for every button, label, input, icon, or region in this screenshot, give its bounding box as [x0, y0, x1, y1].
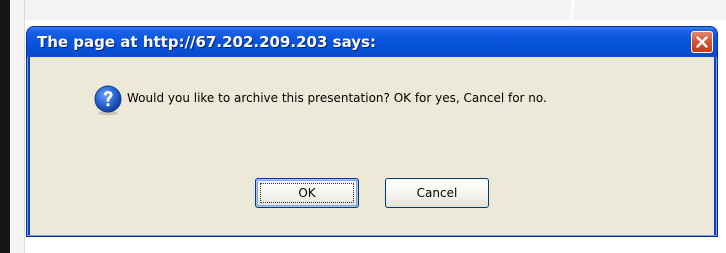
- close-button[interactable]: [691, 31, 713, 53]
- ok-button[interactable]: OK: [255, 178, 359, 208]
- dialog-message: Would you like to archive this presentat…: [127, 91, 547, 105]
- page-background-top: [10, 0, 726, 20]
- dialog-body: Would you like to archive this presentat…: [30, 57, 714, 235]
- ok-button-label: OK: [298, 186, 316, 200]
- cancel-button-label: Cancel: [416, 186, 458, 200]
- cancel-button[interactable]: Cancel: [385, 178, 489, 208]
- page-background-left: [10, 0, 25, 253]
- window-edge: [0, 0, 10, 253]
- close-icon: [696, 36, 708, 48]
- dialog-titlebar[interactable]: The page at http://67.202.209.203 says:: [27, 27, 717, 57]
- question-icon: [94, 85, 122, 116]
- alert-dialog: The page at http://67.202.209.203 says: …: [26, 26, 718, 237]
- dialog-title: The page at http://67.202.209.203 says:: [37, 33, 376, 51]
